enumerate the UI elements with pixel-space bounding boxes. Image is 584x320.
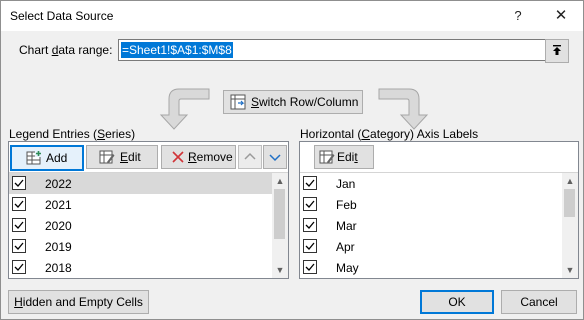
scroll-up-icon[interactable]: ▲ <box>562 173 578 189</box>
checkbox[interactable] <box>303 197 317 211</box>
checkbox[interactable] <box>303 239 317 253</box>
move-down-button[interactable] <box>263 145 287 169</box>
axis-toolbar: Edit <box>300 142 578 173</box>
list-item[interactable]: May <box>300 257 562 278</box>
title-bar: Select Data Source ? ✕ <box>1 1 583 31</box>
move-up-button[interactable] <box>238 145 262 169</box>
checkbox[interactable] <box>303 176 317 190</box>
edit-series-button[interactable]: Edit <box>86 145 158 169</box>
curved-arrow-right-icon <box>378 88 429 130</box>
list-item[interactable]: Mar <box>300 215 562 236</box>
add-series-label: Add <box>46 151 68 165</box>
check-icon <box>305 242 315 250</box>
scroll-down-icon[interactable]: ▼ <box>272 262 288 278</box>
list-item[interactable]: 2022 <box>9 173 272 194</box>
axis-labels-panel: Edit Jan Feb Mar Apr May ▲ ▼ <box>299 141 579 279</box>
remove-series-button[interactable]: Remove <box>161 145 236 169</box>
checkbox[interactable] <box>12 197 26 211</box>
list-item[interactable]: 2020 <box>9 215 272 236</box>
chevron-down-icon <box>269 154 281 162</box>
list-item[interactable]: Feb <box>300 194 562 215</box>
axis-labels-label: Horizontal (Category) Axis Labels <box>300 127 479 141</box>
add-series-button[interactable]: Add <box>10 145 84 171</box>
axis-label-name: Feb <box>336 198 357 212</box>
switch-row-column-icon <box>230 94 246 110</box>
axis-labels-list: Jan Feb Mar Apr May <box>300 173 562 278</box>
legend-scrollbar[interactable]: ▲ ▼ <box>272 173 288 278</box>
checkbox[interactable] <box>12 260 26 274</box>
hidden-empty-cells-button[interactable]: Hidden and Empty Cells <box>8 290 149 314</box>
select-data-source-dialog: Select Data Source ? ✕ Chart data range:… <box>0 0 584 320</box>
dialog-title: Select Data Source <box>10 9 114 23</box>
axis-label-name: May <box>336 261 359 275</box>
chart-data-range-field[interactable]: =Sheet1!$A$1:$M$8 <box>118 39 546 61</box>
list-item[interactable]: 2021 <box>9 194 272 215</box>
check-icon <box>305 179 315 187</box>
edit-series-label: Edit <box>120 150 141 164</box>
chevron-up-icon <box>244 152 256 160</box>
hidden-empty-cells-label: Hidden and Empty Cells <box>14 295 143 309</box>
axis-scrollbar[interactable]: ▲ ▼ <box>562 173 578 278</box>
cancel-button[interactable]: Cancel <box>501 290 577 314</box>
check-icon <box>305 200 315 208</box>
remove-x-icon <box>172 151 184 163</box>
list-item[interactable]: 2018 <box>9 257 272 278</box>
chart-data-range-label: Chart data range: <box>19 43 113 57</box>
legend-entries-panel: Add Edit Remove 2022 2021 2020 2019 2018… <box>8 141 289 279</box>
checkbox[interactable] <box>12 176 26 190</box>
ok-button[interactable]: OK <box>420 290 494 314</box>
list-item[interactable]: 2019 <box>9 236 272 257</box>
checkbox[interactable] <box>303 260 317 274</box>
check-icon <box>14 263 24 271</box>
scroll-up-icon[interactable]: ▲ <box>272 173 288 189</box>
check-icon <box>14 200 24 208</box>
check-icon <box>14 242 24 250</box>
switch-row-column-label: Switch Row/Column <box>251 95 359 109</box>
checkbox[interactable] <box>12 239 26 253</box>
edit-axis-button[interactable]: Edit <box>314 145 374 169</box>
upload-arrow-icon <box>553 45 561 55</box>
axis-label-name: Mar <box>336 219 357 233</box>
close-button[interactable]: ✕ <box>541 1 581 31</box>
axis-label-name: Apr <box>336 240 355 254</box>
series-name: 2020 <box>45 219 72 233</box>
check-icon <box>14 179 24 187</box>
scroll-thumb[interactable] <box>274 189 285 239</box>
chart-data-range-value[interactable]: =Sheet1!$A$1:$M$8 <box>121 42 233 58</box>
edit-table-icon <box>319 150 335 164</box>
add-table-icon <box>26 150 42 165</box>
edit-axis-label: Edit <box>337 150 358 164</box>
series-name: 2019 <box>45 240 72 254</box>
legend-toolbar: Add Edit Remove <box>9 142 288 173</box>
scroll-down-icon[interactable]: ▼ <box>562 262 578 278</box>
check-icon <box>14 221 24 229</box>
collapse-dialog-button[interactable] <box>545 39 569 63</box>
list-item[interactable]: Jan <box>300 173 562 194</box>
series-name: 2022 <box>45 177 72 191</box>
help-button[interactable]: ? <box>498 1 538 31</box>
remove-series-label: Remove <box>188 150 233 164</box>
list-item[interactable]: Apr <box>300 236 562 257</box>
scroll-thumb[interactable] <box>564 189 575 217</box>
series-name: 2021 <box>45 198 72 212</box>
check-icon <box>305 263 315 271</box>
axis-label-name: Jan <box>336 177 356 191</box>
series-name: 2018 <box>45 261 72 275</box>
legend-entries-label: Legend Entries (Series) <box>9 127 136 141</box>
checkbox[interactable] <box>12 218 26 232</box>
check-icon <box>305 221 315 229</box>
edit-table-icon <box>99 150 115 164</box>
curved-arrow-left-icon <box>159 88 210 130</box>
checkbox[interactable] <box>303 218 317 232</box>
legend-series-list: 2022 2021 2020 2019 2018 <box>9 173 272 278</box>
switch-row-column-button[interactable]: Switch Row/Column <box>223 90 363 114</box>
